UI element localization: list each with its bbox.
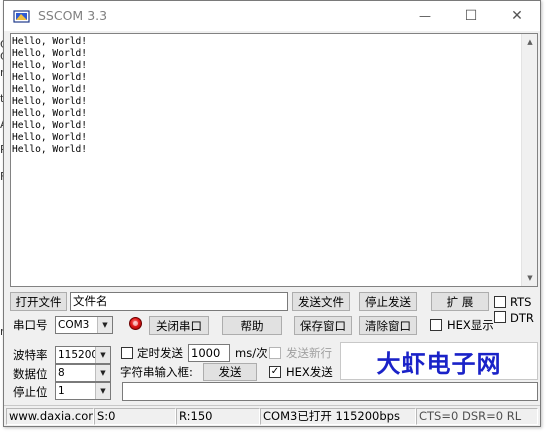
port-open-led-icon (129, 317, 142, 330)
rts-checkbox[interactable] (494, 296, 506, 308)
send-button[interactable]: 发送 (203, 363, 257, 381)
stop-bits-select[interactable]: 1 ▼ (55, 382, 111, 400)
line-status: CTS=0 DSR=0 RL (416, 408, 538, 425)
minimize-button[interactable]: — (402, 1, 448, 31)
chevron-down-icon: ▼ (97, 317, 112, 333)
chevron-down-icon: ▼ (527, 274, 533, 282)
data-bits-value: 8 (58, 367, 65, 379)
stop-bits-value: 1 (58, 385, 65, 397)
maximize-button[interactable]: ☐ (448, 1, 494, 31)
chevron-down-icon: ▼ (95, 383, 110, 399)
send-interval-input[interactable]: 1000 (188, 344, 230, 362)
stop-bits-label: 停止位 (13, 385, 48, 399)
maximize-icon: ☐ (464, 8, 478, 24)
timed-send-label: 定时发送 (137, 346, 183, 360)
sscom-window: SSCOM 3.3 — ☐ ✕ Hello, World! Hello, Wor… (3, 0, 541, 427)
baud-rate-select[interactable]: 115200 ▼ (55, 346, 111, 364)
dtr-label: DTR (510, 311, 534, 325)
open-file-button[interactable]: 打开文件 (10, 292, 67, 311)
status-bar: www.daxia.com S:0 R:150 COM3已打开 115200bp… (4, 405, 540, 426)
scroll-down-button[interactable]: ▼ (522, 270, 538, 286)
window-title: SSCOM 3.3 (38, 8, 108, 23)
title-bar[interactable]: SSCOM 3.3 — ☐ ✕ (4, 1, 540, 31)
vertical-scrollbar[interactable]: ▲ ▼ (521, 34, 537, 286)
rts-label: RTS (510, 295, 532, 309)
stop-send-button[interactable]: 停止发送 (359, 292, 417, 311)
save-window-button[interactable]: 保存窗口 (294, 316, 352, 335)
port-label: 串口号 (13, 318, 48, 332)
string-input-label: 字符串输入框: (120, 365, 193, 379)
interval-unit-label: ms/次 (235, 346, 268, 360)
chevron-down-icon: ▼ (95, 347, 110, 363)
baud-rate-label: 波特率 (13, 348, 48, 362)
baud-rate-value: 115200 (58, 349, 99, 361)
data-bits-label: 数据位 (13, 367, 48, 381)
send-text-input[interactable] (122, 382, 538, 401)
receive-area[interactable]: Hello, World! Hello, World! Hello, World… (10, 33, 538, 287)
brand-logo: 大虾电子网 (340, 342, 538, 380)
close-window-button[interactable]: ✕ (494, 1, 540, 31)
hex-send-checkbox[interactable]: ✓ (269, 366, 281, 378)
hex-send-label: HEX发送 (286, 365, 333, 379)
hex-display-label: HEX显示 (447, 318, 494, 332)
file-name-input[interactable]: 文件名 (70, 292, 288, 311)
minimize-icon: — (419, 9, 431, 23)
port-value: COM3 (58, 319, 90, 331)
chevron-down-icon: ▼ (95, 365, 110, 381)
send-file-button[interactable]: 发送文件 (292, 292, 350, 311)
data-bits-select[interactable]: 8 ▼ (55, 364, 111, 382)
send-newline-label: 发送新行 (286, 346, 332, 360)
received-data-text: Hello, World! Hello, World! Hello, World… (12, 36, 88, 155)
scroll-up-button[interactable]: ▲ (522, 34, 538, 50)
port-select[interactable]: COM3 ▼ (55, 316, 113, 334)
close-icon: ✕ (511, 8, 523, 24)
hex-display-checkbox[interactable] (430, 319, 442, 331)
sent-count: S:0 (94, 408, 176, 425)
dtr-checkbox[interactable] (494, 311, 506, 323)
clear-window-button[interactable]: 清除窗口 (359, 316, 417, 335)
help-button[interactable]: 帮助 (222, 316, 282, 335)
expand-button[interactable]: 扩 展 (431, 292, 489, 311)
serial-port-icon (13, 10, 30, 23)
send-newline-checkbox[interactable] (269, 347, 281, 359)
received-count: R:150 (176, 408, 260, 425)
port-status: COM3已打开 115200bps (260, 408, 416, 425)
timed-send-checkbox[interactable] (121, 347, 133, 359)
website-link[interactable]: www.daxia.com (6, 408, 94, 425)
chevron-up-icon: ▲ (527, 38, 533, 46)
close-port-button[interactable]: 关闭串口 (149, 316, 209, 335)
